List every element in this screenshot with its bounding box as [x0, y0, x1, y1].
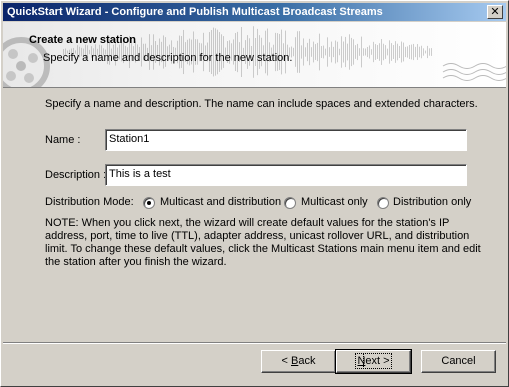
next-button-label-wrap: Next >	[355, 353, 392, 369]
window-title: QuickStart Wizard - Configure and Publis…	[7, 6, 383, 18]
radio-multicast-and-distribution[interactable]	[143, 197, 155, 209]
close-button[interactable]: ✕	[487, 5, 503, 19]
radio-multicast-and-distribution-label[interactable]: Multicast and distribution	[160, 196, 281, 208]
back-button-prefix: <	[281, 355, 291, 367]
banner-title: Create a new station	[29, 34, 136, 46]
next-button-label: ext >	[363, 353, 392, 369]
description-label: Description :	[45, 169, 107, 181]
footer-separator-highlight	[3, 343, 506, 344]
radio-multicast-only[interactable]	[284, 197, 296, 209]
close-icon: ✕	[490, 5, 500, 18]
cancel-button[interactable]: Cancel	[421, 350, 496, 373]
name-input[interactable]: Station1	[105, 129, 467, 151]
distribution-mode-group: Distribution Mode: Multicast and distrib…	[45, 196, 495, 210]
cancel-button-label: Cancel	[441, 355, 476, 367]
back-button[interactable]: < Back	[261, 350, 336, 373]
radio-distribution-only-label[interactable]: Distribution only	[393, 196, 471, 208]
note-text: NOTE: When you click next, the wizard wi…	[45, 217, 481, 268]
banner-subtitle: Specify a name and description for the n…	[43, 52, 293, 64]
wizard-header-banner: Create a new station Specify a name and …	[3, 22, 506, 88]
distribution-mode-label: Distribution Mode:	[45, 196, 134, 208]
back-button-label: ack	[298, 355, 316, 367]
wizard-window: QuickStart Wizard - Configure and Publis…	[0, 0, 509, 387]
title-bar[interactable]: QuickStart Wizard - Configure and Publis…	[3, 3, 506, 21]
radio-distribution-only[interactable]	[377, 197, 389, 209]
next-button[interactable]: Next >	[335, 349, 412, 374]
radio-multicast-only-label[interactable]: Multicast only	[301, 196, 368, 208]
name-label: Name :	[45, 134, 81, 146]
intro-text: Specify a name and description. The name…	[45, 98, 478, 110]
description-input[interactable]: This is a test	[105, 164, 467, 186]
